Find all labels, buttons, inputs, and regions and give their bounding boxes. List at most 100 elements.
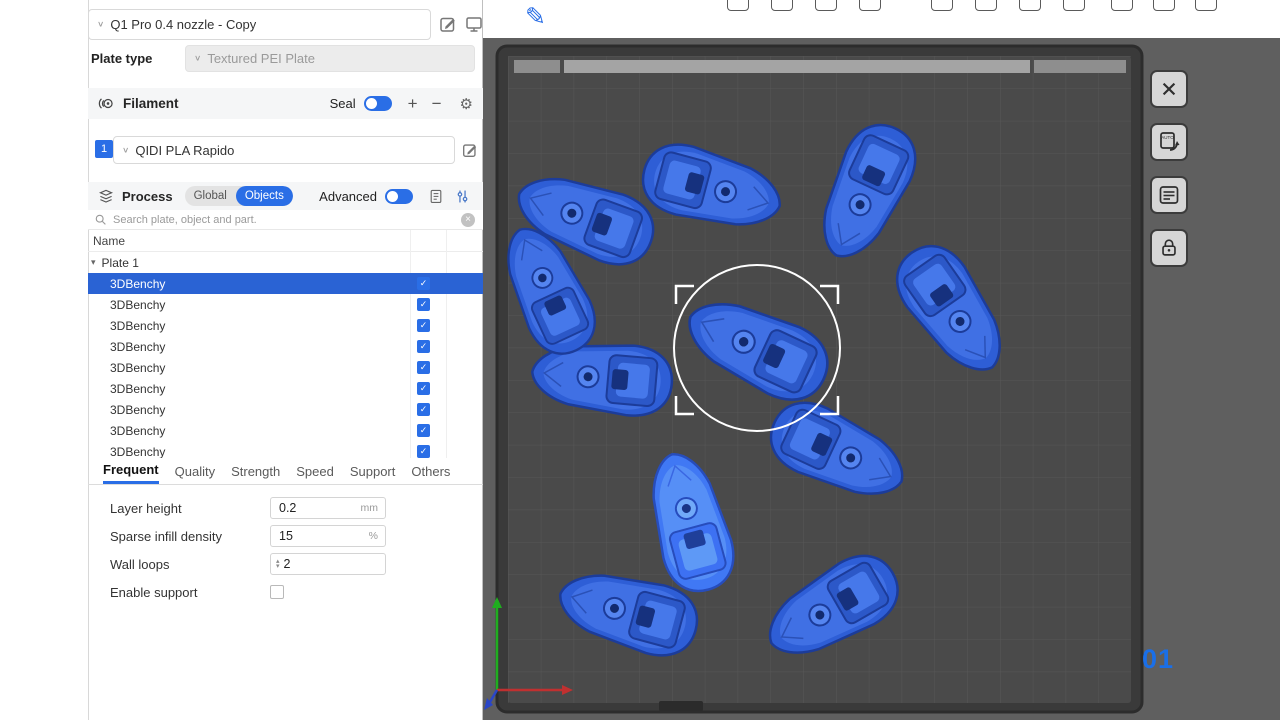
wall-loops-input[interactable] [280, 557, 352, 571]
process-tabs: Frequent Quality Strength Speed Support … [88, 458, 483, 485]
delete-all-button[interactable] [1150, 70, 1188, 108]
document-list-icon [428, 188, 444, 204]
tree-name-header: Name [88, 230, 483, 252]
arrange-icon [1157, 183, 1181, 207]
tree-row-benchy[interactable]: 3DBenchy ✓ [88, 420, 483, 441]
process-title: Process [122, 189, 173, 204]
printer-preset-dropdown[interactable]: ∨ Q1 Pro 0.4 nozzle - Copy [88, 9, 431, 40]
plate-row-label: Plate 1 [102, 256, 139, 270]
layer-height-field: mm [270, 497, 386, 519]
advanced-toggle[interactable] [385, 189, 413, 204]
close-icon [1160, 80, 1178, 98]
param-row-enable-support: Enable support [88, 578, 483, 606]
filament-section-header: Filament Seal + − ⚙ [88, 88, 483, 119]
arrange-layout-button[interactable] [1150, 176, 1188, 214]
tab-support[interactable]: Support [350, 460, 396, 483]
print-checkbox[interactable]: ✓ [417, 445, 430, 458]
object-label: 3DBenchy [110, 445, 165, 459]
filament-settings-gear-icon[interactable]: ⚙ [460, 95, 473, 113]
lock-icon [1158, 237, 1180, 259]
search-clear-button[interactable]: × [461, 213, 475, 227]
tree-row-benchy[interactable]: 3DBenchy ✓ [88, 294, 483, 315]
object-label: 3DBenchy [110, 319, 165, 333]
tree-row-benchy-clipped[interactable]: 3DBenchy ✓ [88, 441, 483, 458]
object-label: 3DBenchy [110, 277, 165, 291]
print-checkbox[interactable]: ✓ [417, 298, 430, 311]
edit-filament-button[interactable] [459, 139, 481, 161]
search-input[interactable] [113, 214, 461, 226]
filament-preset-dropdown[interactable]: ∨ QIDI PLA Rapido [113, 136, 455, 164]
seal-toggle[interactable] [364, 96, 392, 111]
tab-quality[interactable]: Quality [175, 460, 215, 483]
mode-global-pill[interactable]: Global [185, 186, 236, 206]
param-row-layer-height: Layer height mm [88, 494, 483, 522]
tab-others[interactable]: Others [411, 460, 450, 483]
tree-row-benchy[interactable]: 3DBenchy ✓ [88, 357, 483, 378]
print-checkbox[interactable]: ✓ [417, 424, 430, 437]
tab-frequent[interactable]: Frequent [103, 458, 159, 484]
plate-number-label[interactable]: 01 [1142, 644, 1174, 675]
bed-front-notch [659, 701, 703, 711]
object-label: 3DBenchy [110, 361, 165, 375]
auto-orient-icon: AUTO [1157, 130, 1181, 154]
print-checkbox[interactable]: ✓ [417, 277, 430, 290]
param-label: Layer height [110, 501, 270, 516]
tune-sliders-icon [454, 188, 471, 205]
param-row-wall-loops: Wall loops ▴ ▾ [88, 550, 483, 578]
unit-label: % [369, 530, 378, 542]
toggle-knob [366, 98, 377, 109]
add-filament-button[interactable]: + [406, 95, 420, 112]
print-checkbox[interactable]: ✓ [417, 361, 430, 374]
bed-top-strip [1034, 60, 1126, 73]
tree-row-benchy[interactable]: 3DBenchy ✓ [88, 315, 483, 336]
process-list-view-button[interactable] [425, 185, 447, 207]
filament-spool-icon [98, 95, 115, 112]
bed-top-strip [564, 60, 1030, 73]
tab-speed[interactable]: Speed [296, 460, 334, 483]
process-tune-button[interactable] [451, 185, 473, 207]
tree-row-benchy[interactable]: 3DBenchy ✓ [88, 336, 483, 357]
tree-plate-row[interactable]: ▾ Plate 1 [88, 252, 483, 273]
auto-orient-button[interactable]: AUTO [1150, 123, 1188, 161]
plate-type-dropdown[interactable]: ∨ Textured PEI Plate [185, 45, 475, 72]
remove-filament-button[interactable]: − [430, 95, 444, 112]
print-checkbox[interactable]: ✓ [417, 319, 430, 332]
lock-plate-button[interactable] [1150, 229, 1188, 267]
print-checkbox[interactable]: ✓ [417, 382, 430, 395]
printer-control-button[interactable] [463, 13, 485, 35]
toggle-knob [387, 191, 398, 202]
edit-icon [438, 14, 458, 34]
scene-viewport[interactable]: ✎ [483, 0, 1280, 720]
object-search-bar: × [88, 210, 483, 230]
tree-row-benchy[interactable]: 3DBenchy ✓ [88, 378, 483, 399]
search-icon [94, 213, 107, 226]
edit-printer-button[interactable] [437, 13, 459, 35]
process-mode-switch[interactable]: Global Objects [185, 186, 293, 206]
wall-loops-field: ▴ ▾ [270, 553, 386, 575]
filament-slot-1[interactable]: 1 [95, 140, 113, 158]
build-plate-scene[interactable] [483, 0, 1280, 720]
param-row-infill-density: Sparse infill density % [88, 522, 483, 550]
print-checkbox[interactable]: ✓ [417, 340, 430, 353]
enable-support-checkbox[interactable] [270, 585, 284, 599]
tab-strength[interactable]: Strength [231, 460, 280, 483]
prepare-sidebar: ∨ Q1 Pro 0.4 nozzle - Copy Plate type ∨ … [0, 0, 483, 720]
plate-type-label: Plate type [91, 51, 152, 66]
tree-row-benchy[interactable]: 3DBenchy ✓ [88, 399, 483, 420]
svg-text:AUTO: AUTO [1161, 135, 1174, 140]
collapse-expander-icon[interactable]: ▾ [91, 257, 96, 268]
infill-density-input[interactable] [271, 529, 343, 543]
edit-icon [461, 141, 479, 159]
mode-objects-pill[interactable]: Objects [236, 186, 293, 206]
object-tree-list: 3DBenchy ✓ 3DBenchy ✓ 3DBenchy ✓ 3DBench… [88, 273, 483, 458]
tree-row-benchy-selected[interactable]: 3DBenchy ✓ [88, 273, 483, 294]
infill-density-field: % [270, 525, 386, 547]
monitor-icon [464, 14, 484, 34]
print-checkbox[interactable]: ✓ [417, 403, 430, 416]
qidi-studio-window: ∨ Q1 Pro 0.4 nozzle - Copy Plate type ∨ … [0, 0, 1280, 720]
param-label: Enable support [110, 585, 270, 600]
process-layers-icon [98, 188, 114, 204]
layer-height-input[interactable] [271, 501, 343, 515]
object-label: 3DBenchy [110, 403, 165, 417]
filament-title: Filament [123, 96, 179, 111]
